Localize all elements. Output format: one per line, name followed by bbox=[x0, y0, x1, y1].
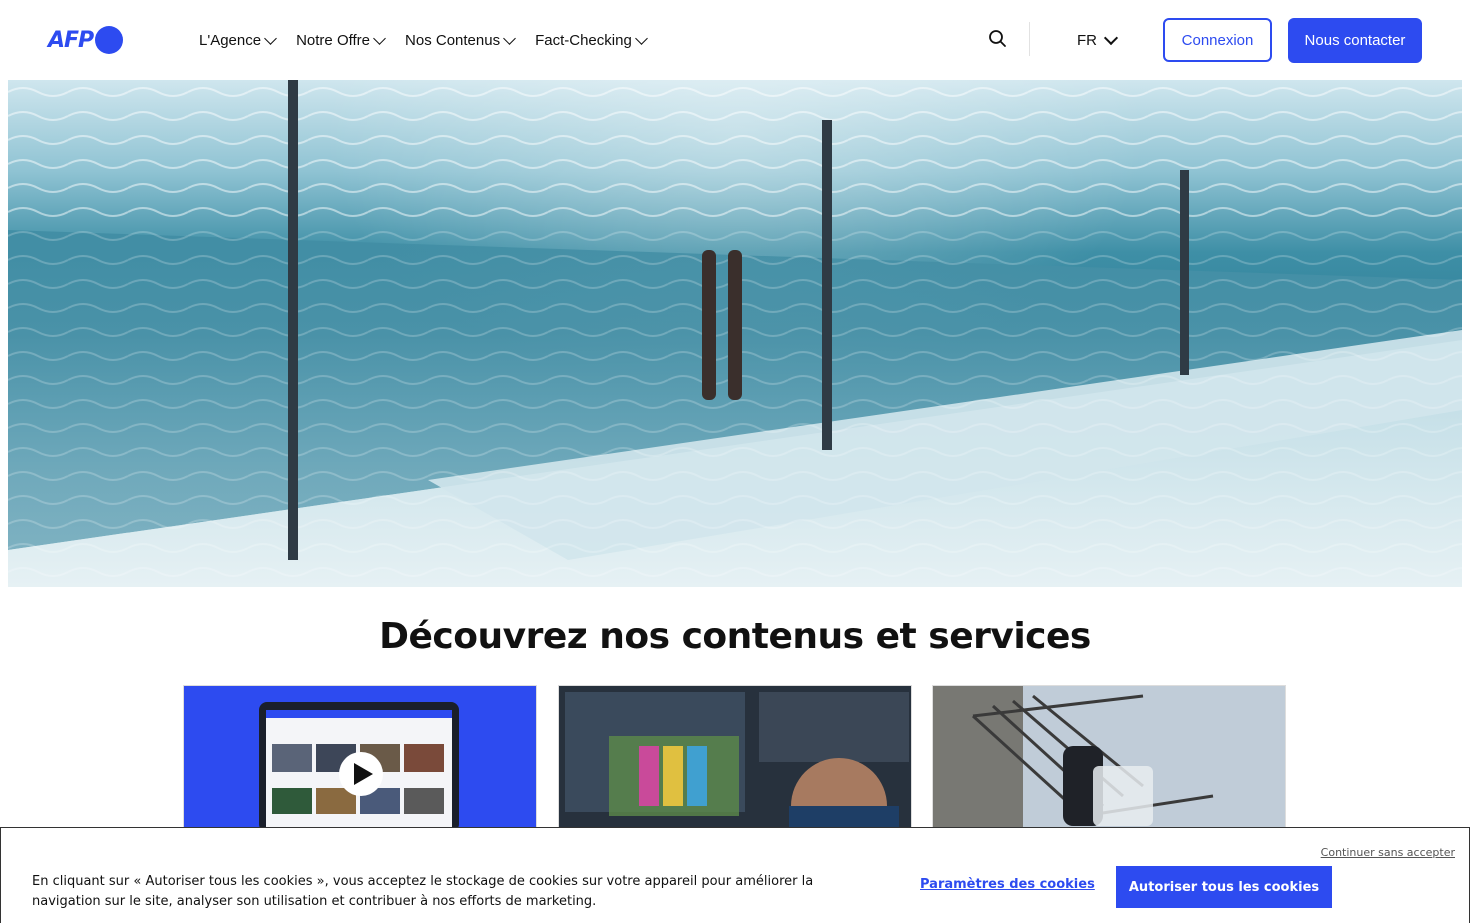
cookie-settings-link[interactable]: Paramètres des cookies bbox=[920, 877, 1095, 892]
search-button[interactable] bbox=[987, 28, 1009, 50]
cookie-text: En cliquant sur « Autoriser tous les coo… bbox=[32, 874, 814, 909]
login-button[interactable]: Connexion bbox=[1163, 18, 1272, 62]
cookie-banner: Continuer sans accepter En cliquant sur … bbox=[0, 827, 1470, 923]
control-room-image bbox=[559, 686, 911, 829]
content-card-platform[interactable] bbox=[183, 685, 537, 830]
pool-illustration bbox=[8, 80, 1462, 587]
nav-item-agence[interactable]: L'Agence bbox=[199, 28, 277, 52]
nav-item-label: Fact-Checking bbox=[535, 31, 632, 49]
language-label: FR bbox=[1077, 31, 1097, 49]
header-divider bbox=[1029, 22, 1030, 56]
search-icon bbox=[989, 30, 1006, 47]
language-selector[interactable]: FR bbox=[1077, 28, 1119, 52]
content-card-photo[interactable] bbox=[932, 685, 1286, 830]
nav-item-fact-checking[interactable]: Fact-Checking bbox=[535, 28, 648, 52]
chevron-down-icon bbox=[1103, 30, 1119, 45]
chevron-down-icon bbox=[503, 31, 516, 45]
section-title: Découvrez nos contenus et services bbox=[379, 616, 1091, 657]
chevron-down-icon bbox=[264, 31, 277, 45]
laptop-image bbox=[259, 702, 459, 829]
accept-all-cookies-button[interactable]: Autoriser tous les cookies bbox=[1116, 866, 1332, 908]
nav-item-label: L'Agence bbox=[199, 31, 262, 49]
chevron-down-icon bbox=[634, 31, 648, 45]
logo-text: AFP bbox=[48, 27, 94, 53]
nav-item-offre[interactable]: Notre Offre bbox=[296, 28, 386, 52]
nav-item-contenus[interactable]: Nos Contenus bbox=[405, 28, 516, 52]
content-card-tv[interactable] bbox=[558, 685, 912, 830]
nav-item-label: Nos Contenus bbox=[405, 31, 501, 49]
afp-logo[interactable]: AFP bbox=[48, 25, 124, 55]
logo-dot-icon bbox=[95, 26, 124, 54]
site-header: AFP L'Agence Notre Offre Nos Contenus Fa… bbox=[0, 0, 1470, 80]
continue-without-accepting-link[interactable]: Continuer sans accepter bbox=[1321, 846, 1455, 859]
hero-image bbox=[8, 80, 1462, 587]
chevron-down-icon bbox=[373, 31, 386, 45]
riot-image bbox=[933, 686, 1285, 829]
contact-button[interactable]: Nous contacter bbox=[1288, 18, 1422, 63]
main-nav: L'Agence Notre Offre Nos Contenus Fact-C… bbox=[199, 28, 648, 52]
nav-item-label: Notre Offre bbox=[296, 31, 371, 49]
